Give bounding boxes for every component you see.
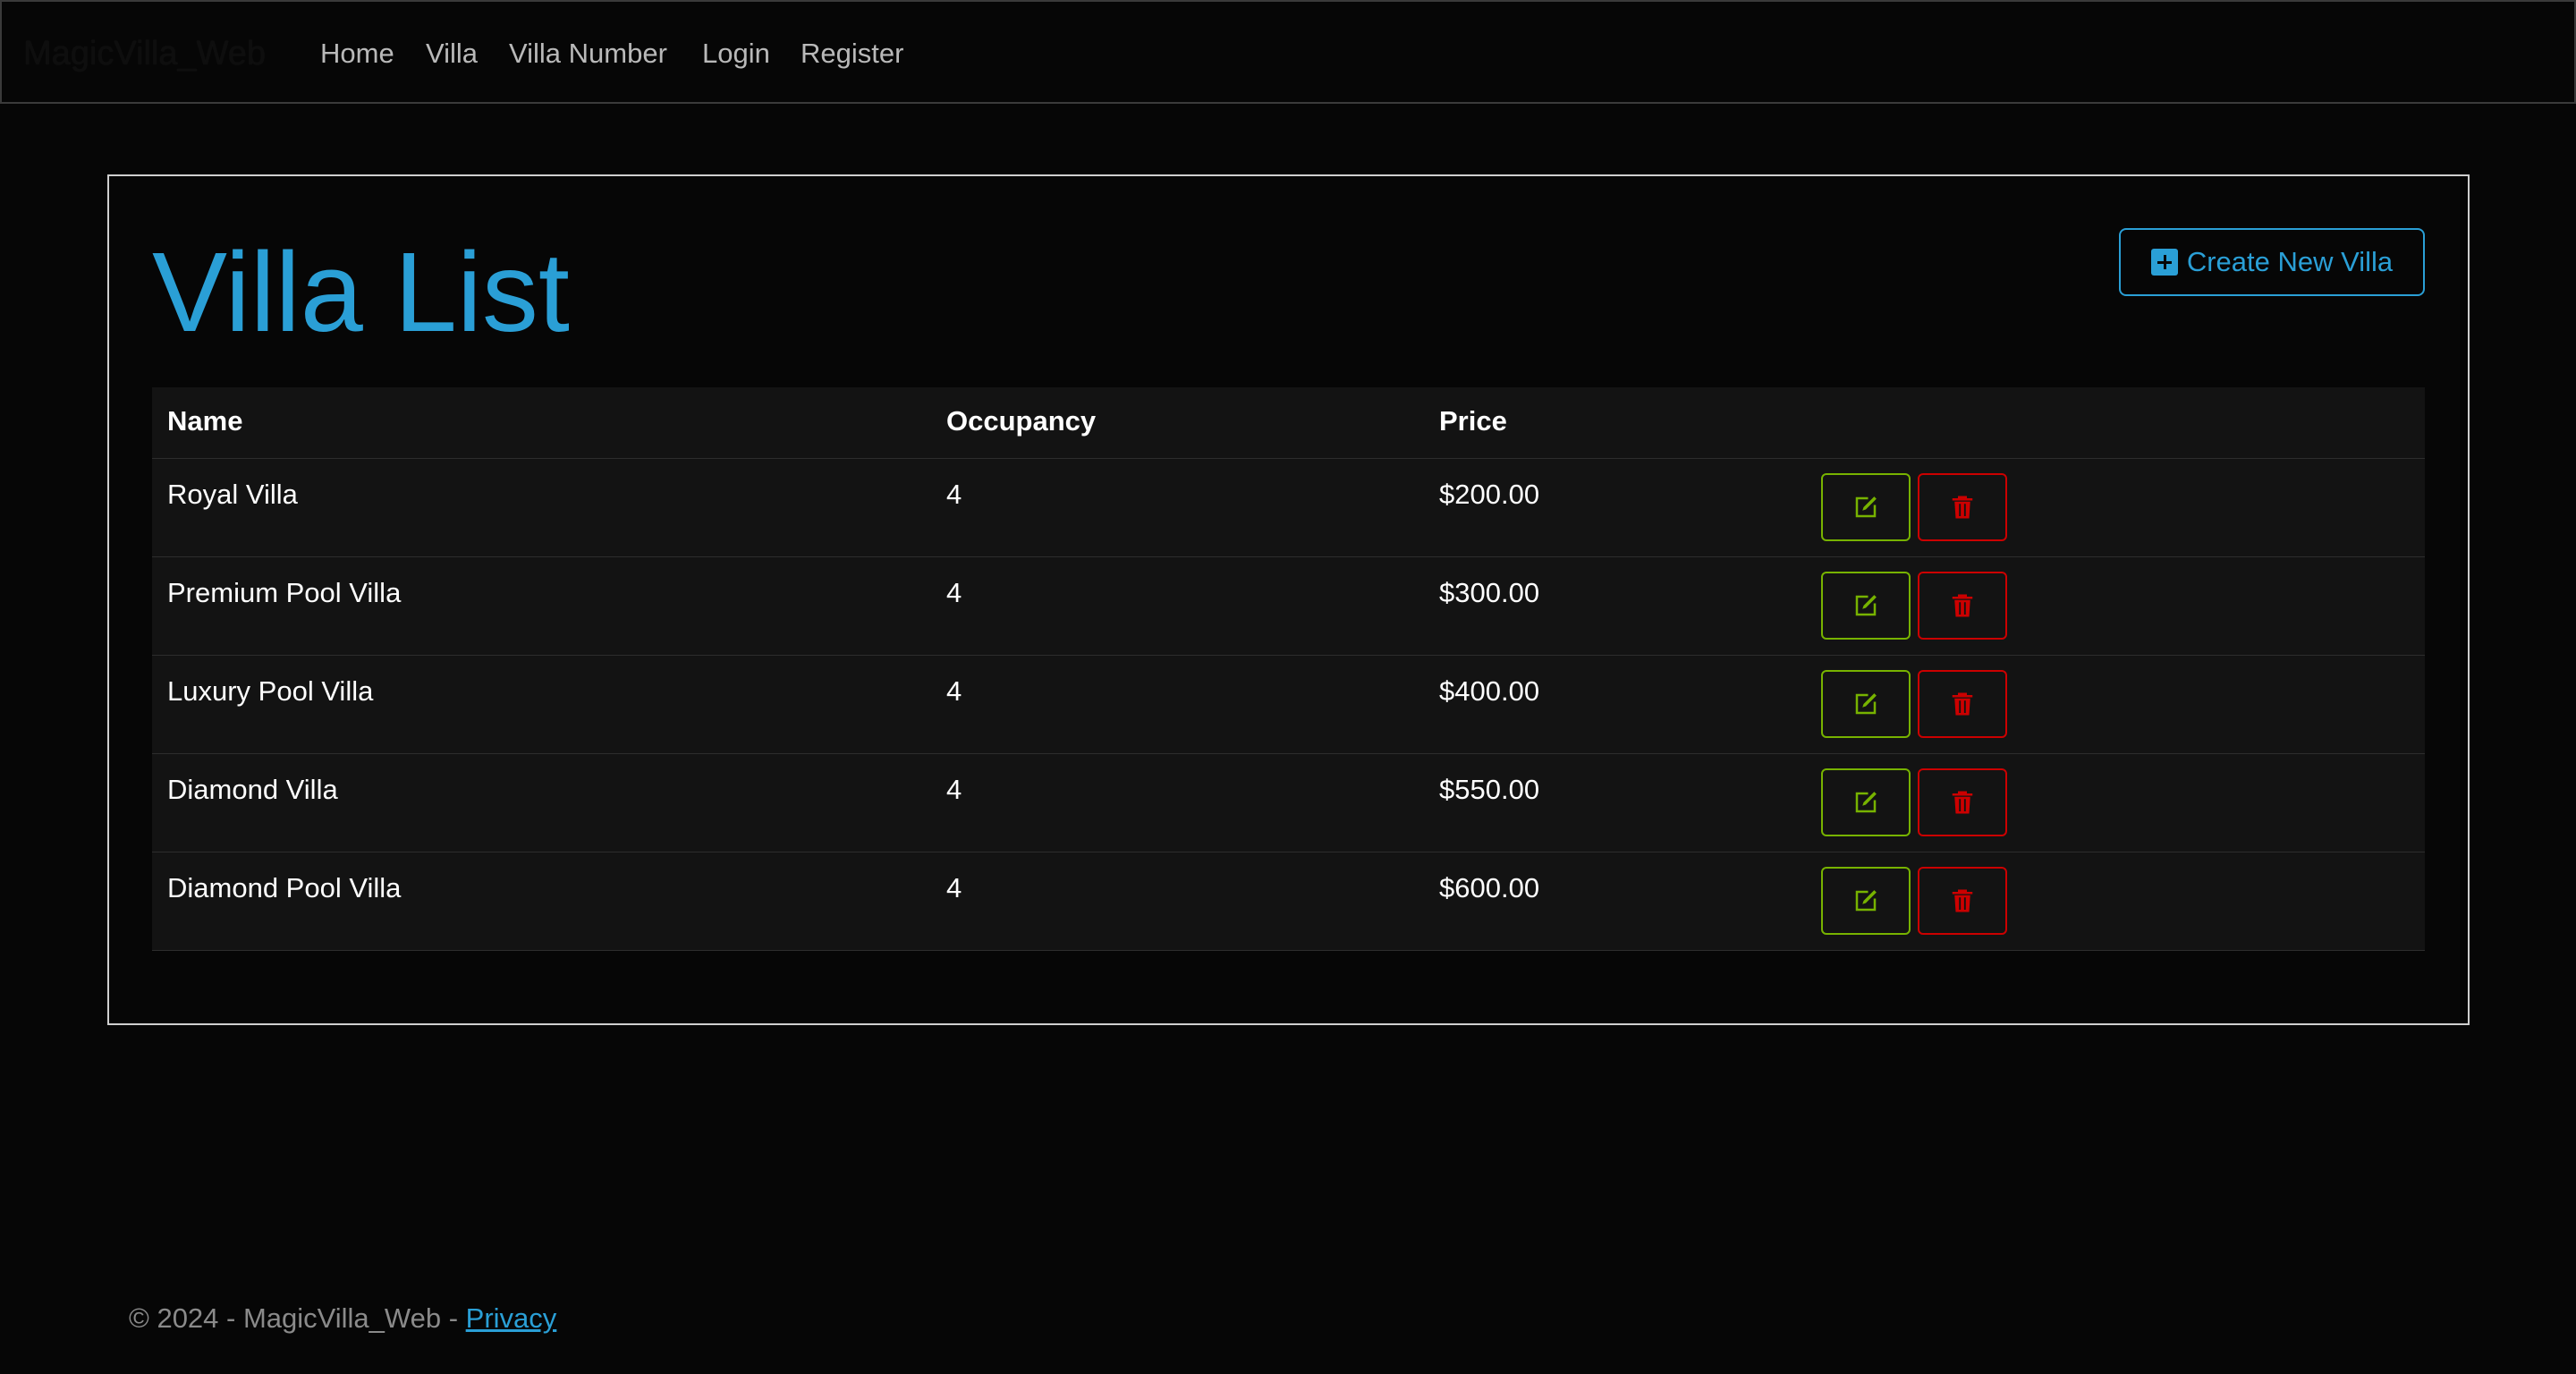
delete-button[interactable] [1918,572,2007,640]
edit-icon [1855,693,1877,715]
trash-icon [1952,594,1973,617]
villa-list-card: Villa List Create New Villa Name Occupan… [107,174,2470,1025]
nav-villa[interactable]: Villa [426,29,478,79]
edit-icon [1855,890,1877,912]
table-row: Royal Villa 4 $200.00 [152,459,2425,557]
nav-login[interactable]: Login [702,29,770,79]
edit-icon [1855,496,1877,518]
delete-button[interactable] [1918,473,2007,541]
create-new-villa-button[interactable]: Create New Villa [2119,228,2425,296]
edit-button[interactable] [1821,473,1911,541]
edit-button[interactable] [1821,670,1911,738]
delete-button[interactable] [1918,768,2007,836]
trash-icon [1952,889,1973,912]
footer: © 2024 - MagicVilla_Web - Privacy [129,1299,556,1338]
villa-price: $600.00 [1439,872,1540,903]
villa-occupancy: 4 [946,479,962,510]
villa-price: $300.00 [1439,577,1540,608]
villa-price: $550.00 [1439,774,1540,805]
villa-price: $200.00 [1439,479,1540,510]
villa-occupancy: 4 [946,872,962,903]
villa-name: Diamond Villa [167,774,338,805]
create-new-villa-label: Create New Villa [2186,246,2394,277]
villa-name: Luxury Pool Villa [167,675,374,707]
nav-register[interactable]: Register [801,29,903,79]
column-header-price: Price [1439,405,1507,437]
villa-price: $400.00 [1439,675,1540,707]
edit-icon [1855,792,1877,813]
navbar: MagicVilla_Web Home Villa Villa Number L… [0,0,2576,104]
villa-name: Premium Pool Villa [167,577,402,608]
edit-button[interactable] [1821,572,1911,640]
villa-occupancy: 4 [946,577,962,608]
villa-name: Diamond Pool Villa [167,872,402,903]
trash-icon [1952,791,1973,814]
plus-square-icon [2150,249,2178,276]
page-title: Villa List [152,229,570,355]
delete-button[interactable] [1918,867,2007,935]
footer-copyright: © 2024 - MagicVilla_Web - [129,1302,466,1334]
villa-occupancy: 4 [946,774,962,805]
table-row: Premium Pool Villa 4 $300.00 [152,557,2425,656]
table-row: Diamond Villa 4 $550.00 [152,754,2425,852]
delete-button[interactable] [1918,670,2007,738]
villa-occupancy: 4 [946,675,962,707]
brand-link[interactable]: MagicVilla_Web [23,29,266,79]
nav-villa-number[interactable]: Villa Number [509,29,667,79]
edit-button[interactable] [1821,867,1911,935]
edit-button[interactable] [1821,768,1911,836]
nav-home[interactable]: Home [320,29,394,79]
villa-name: Royal Villa [167,479,298,510]
trash-icon [1952,692,1973,716]
privacy-link[interactable]: Privacy [466,1302,557,1334]
column-header-occupancy: Occupancy [946,405,1097,437]
edit-icon [1855,595,1877,616]
column-header-name: Name [167,405,243,437]
table-header-row: Name Occupancy Price [152,387,2425,459]
villa-table: Name Occupancy Price Royal Villa 4 $200.… [152,387,2425,951]
table-row: Diamond Pool Villa 4 $600.00 [152,852,2425,951]
table-row: Luxury Pool Villa 4 $400.00 [152,656,2425,754]
trash-icon [1952,496,1973,519]
